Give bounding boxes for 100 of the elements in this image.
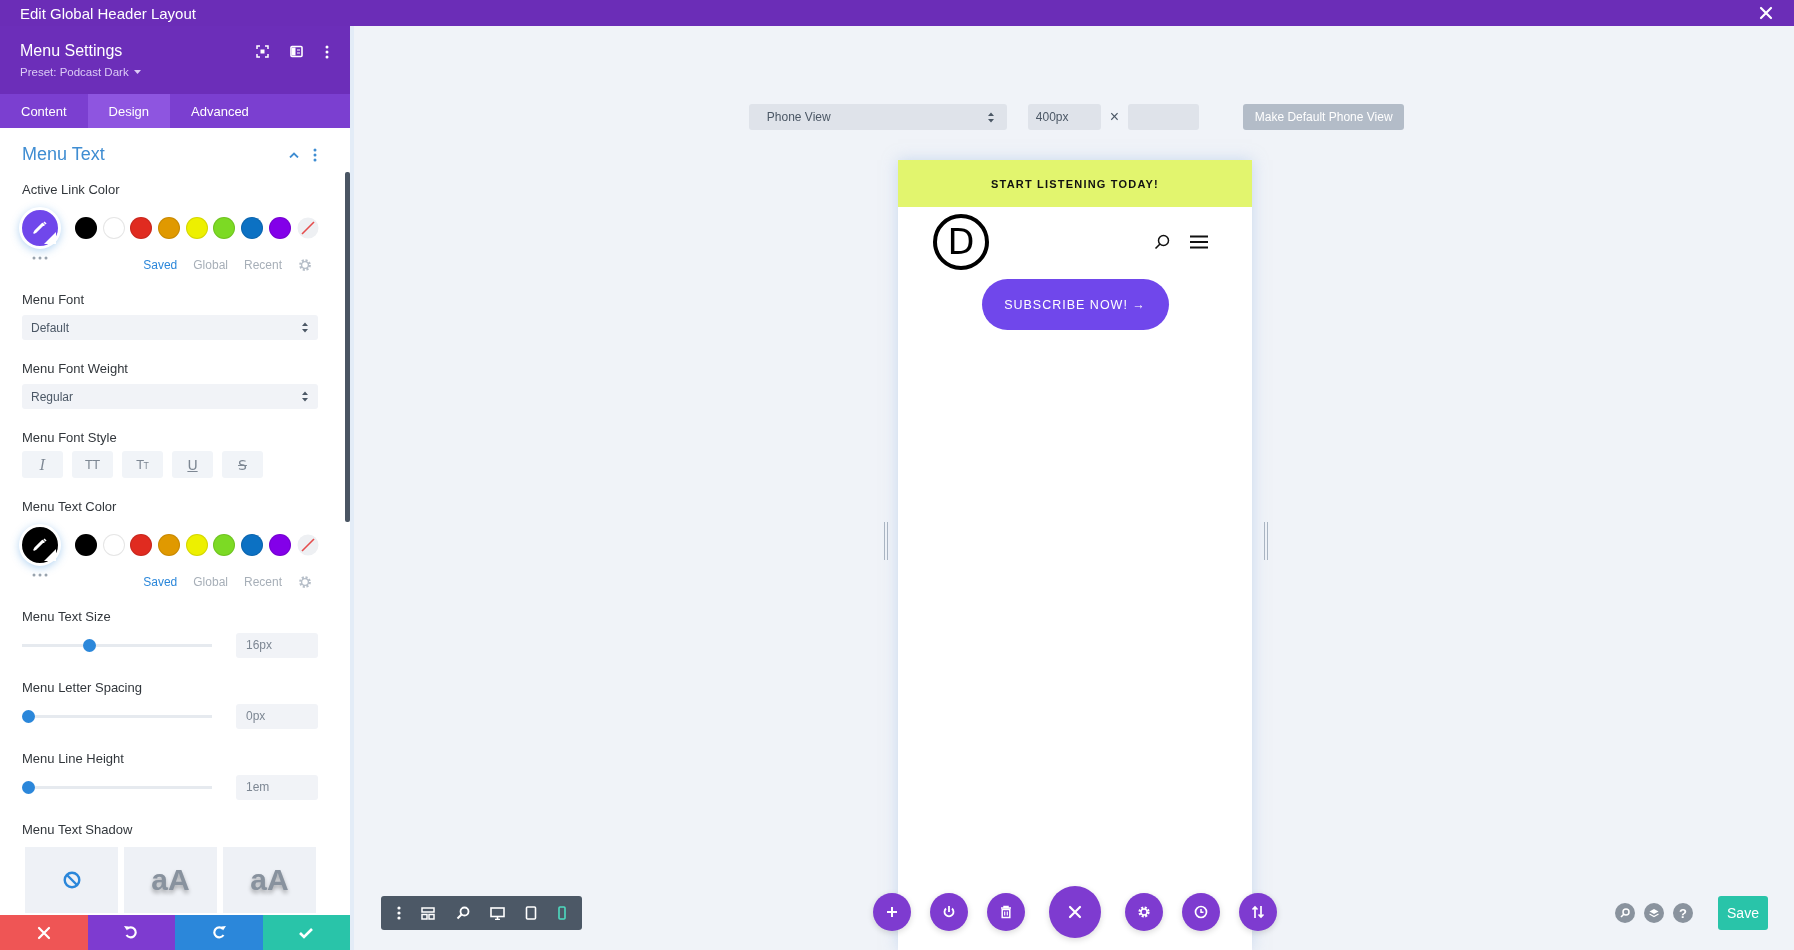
field-label: Menu Font Style	[22, 429, 118, 447]
palette-tab[interactable]: Global	[193, 258, 228, 272]
undo-icon	[123, 924, 140, 941]
palette-tab[interactable]: Saved	[143, 575, 178, 589]
up-down-arrows-icon	[1251, 905, 1265, 919]
color-picker[interactable]	[19, 207, 61, 249]
color-swatch[interactable]	[75, 217, 97, 239]
power-icon	[942, 905, 956, 919]
logo[interactable]: D	[933, 214, 989, 270]
add-button[interactable]	[873, 893, 911, 931]
shadow-preset-option[interactable]: aA	[223, 847, 316, 913]
undo-button[interactable]	[87, 915, 175, 950]
redo-icon	[210, 924, 227, 941]
more-dots-icon[interactable]	[32, 573, 48, 577]
color-swatch[interactable]	[213, 534, 236, 556]
shadow-none-option[interactable]	[25, 847, 118, 913]
field-label: Menu Font	[22, 291, 86, 309]
italic-button[interactable]: I	[22, 451, 63, 478]
shadow-preset-option[interactable]: aA	[124, 847, 217, 913]
color-swatch[interactable]	[185, 217, 208, 239]
save-button[interactable]: Save	[1718, 896, 1768, 930]
settings-tab[interactable]: Design	[87, 94, 170, 128]
width-field[interactable]: 400px	[1027, 104, 1101, 130]
search-button[interactable]	[1615, 903, 1635, 923]
resize-handle[interactable]	[1264, 522, 1268, 560]
value-field[interactable]: 1em	[236, 774, 318, 800]
color-swatch[interactable]	[158, 534, 181, 556]
color-swatch[interactable]	[75, 534, 97, 556]
palette-tab[interactable]: Recent	[243, 575, 282, 589]
trash-icon	[999, 905, 1013, 919]
select-dropdown[interactable]: Regular	[22, 384, 318, 409]
small-caps-button[interactable]: Tt	[122, 451, 163, 478]
palette-tab[interactable]: Recent	[243, 258, 282, 272]
announcement-banner: START LISTENING TODAY!	[898, 160, 1252, 207]
color-swatch[interactable]	[130, 217, 153, 239]
color-swatch[interactable]	[241, 217, 264, 239]
menu-icon[interactable]	[1190, 235, 1208, 249]
settings-tab[interactable]: Content	[0, 94, 88, 128]
subscribe-button[interactable]: SUBSCRIBE NOW! →	[981, 279, 1169, 330]
uppercase-button[interactable]: TT	[72, 451, 113, 478]
sort-arrows-icon	[986, 111, 995, 123]
plus-icon	[885, 905, 899, 919]
resize-handle[interactable]	[884, 522, 888, 560]
more-dots-icon[interactable]	[32, 256, 48, 260]
color-swatch[interactable]	[268, 217, 291, 239]
close-icon	[35, 924, 52, 941]
color-picker[interactable]	[19, 524, 61, 566]
field-label: Menu Line Height	[22, 750, 125, 768]
help-button[interactable]: ?	[1673, 903, 1693, 923]
section-title[interactable]: Menu Text	[22, 144, 289, 165]
no-sign-icon	[62, 871, 81, 889]
corner-icon	[44, 549, 56, 561]
scrollbar[interactable]	[345, 172, 350, 522]
slider-thumb[interactable]	[22, 780, 35, 794]
palette-tab[interactable]: Saved	[143, 258, 178, 272]
color-swatch[interactable]	[241, 534, 264, 556]
desktop-icon[interactable]	[490, 906, 506, 920]
slider-thumb[interactable]	[22, 709, 35, 723]
phone-icon[interactable]	[557, 906, 566, 920]
underline-button[interactable]: U	[172, 451, 213, 478]
times-sign: ×	[1109, 108, 1120, 126]
color-swatch[interactable]	[102, 534, 125, 556]
caret-down-icon[interactable]	[133, 70, 141, 74]
slider-thumb[interactable]	[82, 638, 96, 652]
layers-button[interactable]	[1644, 903, 1664, 923]
search-icon	[1620, 908, 1630, 918]
cancel-button[interactable]	[0, 915, 88, 950]
focus-icon[interactable]	[256, 45, 269, 58]
split-view-icon[interactable]	[290, 45, 303, 58]
close-icon[interactable]	[1758, 5, 1774, 21]
more-options-icon[interactable]	[324, 45, 330, 59]
color-swatch[interactable]	[130, 534, 153, 556]
no-color-swatch-icon[interactable]	[296, 217, 319, 239]
search-icon[interactable]	[1154, 234, 1170, 250]
preset-selector[interactable]: Preset: Podcast Dark	[20, 66, 129, 78]
close-icon	[1067, 904, 1083, 920]
view-select[interactable]: Phone View	[748, 104, 1007, 130]
value-field[interactable]: 16px	[236, 632, 318, 658]
layers-icon	[1649, 908, 1659, 918]
color-swatch[interactable]	[213, 217, 236, 239]
select-dropdown[interactable]: Default	[22, 315, 318, 340]
zoom-icon[interactable]	[455, 906, 470, 920]
layout-icon[interactable]	[421, 906, 436, 920]
color-swatch[interactable]	[102, 217, 125, 239]
color-swatch[interactable]	[268, 534, 291, 556]
portability-button[interactable]	[1239, 893, 1277, 931]
color-swatch[interactable]	[185, 534, 208, 556]
chevron-up-icon[interactable]	[289, 151, 299, 158]
value-field[interactable]: 0px	[236, 703, 318, 729]
no-color-swatch-icon[interactable]	[296, 534, 319, 556]
strikethrough-button[interactable]: S	[222, 451, 263, 478]
tablet-icon[interactable]	[525, 906, 538, 920]
panel-title: Menu Settings	[20, 42, 124, 60]
settings-tab[interactable]: Advanced	[170, 94, 270, 128]
more-options-icon[interactable]	[312, 147, 318, 162]
color-swatch[interactable]	[158, 217, 181, 239]
more-options-icon[interactable]	[397, 906, 402, 920]
field-label: Menu Letter Spacing	[22, 679, 143, 697]
palette-tab[interactable]: Global	[193, 575, 228, 589]
field-label: Menu Text Size	[22, 608, 112, 626]
